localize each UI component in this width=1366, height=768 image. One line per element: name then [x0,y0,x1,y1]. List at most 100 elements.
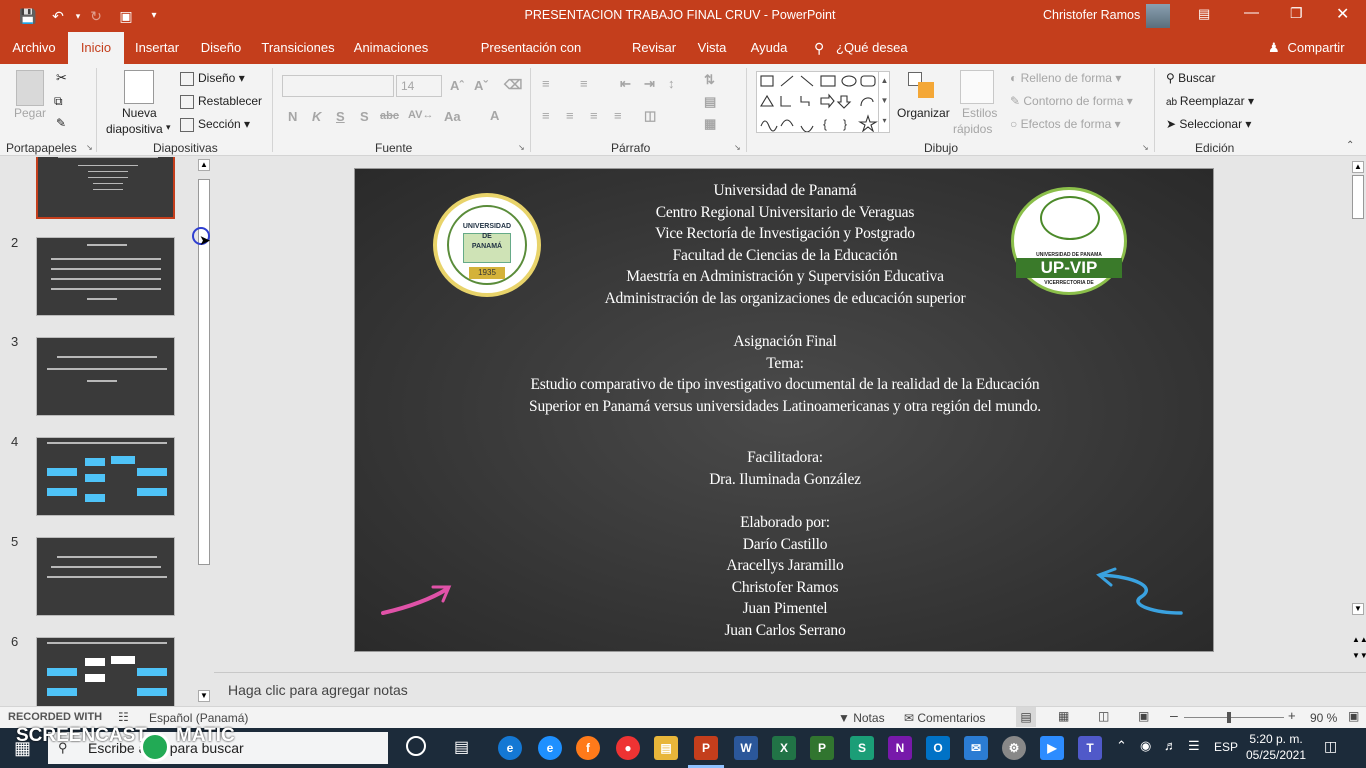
slide-thumbnail-2[interactable] [36,237,175,316]
font-name-input[interactable] [282,75,394,97]
ribbon-display-icon[interactable]: ▤ [1198,6,1210,22]
task-view-icon[interactable]: ▤ [454,737,469,757]
slide-thumbnail-6[interactable] [36,637,175,706]
restore-icon[interactable]: ❐ [1290,5,1303,22]
clear-format-icon[interactable]: ⌫ [504,77,522,93]
tell-me-input[interactable]: ¿Qué desea hacer? [836,32,946,87]
select-button[interactable]: ➤ Seleccionar ▾ [1166,117,1251,131]
slide-scrollbar[interactable]: ▲ ▼ ▲▲ ▼▼ [1350,157,1366,671]
dialog-launcher-icon[interactable]: ↘ [518,143,525,152]
numbering-icon[interactable]: ≡ [580,76,588,91]
tab-archivo[interactable]: Archivo [6,32,62,64]
increase-indent-icon[interactable]: ⇥ [644,76,655,92]
clock-date[interactable]: 05/25/2021 [1244,748,1308,762]
find-button[interactable]: ⚲ Buscar [1166,71,1215,85]
layout-button[interactable]: Diseño ▾ [180,71,245,86]
ie-icon[interactable]: e [538,736,562,760]
zoom-app-icon[interactable]: ▶ [1040,736,1064,760]
previous-slide-icon[interactable]: ▲▲ [1352,635,1366,644]
strikethrough-button[interactable]: abc [380,110,399,122]
zoom-in-icon[interactable]: + [1288,708,1296,723]
quick-styles-label-2[interactable]: rápidos [953,122,992,136]
scroll-down-icon[interactable]: ▼ [198,690,210,702]
file-explorer-icon[interactable]: ▤ [654,736,678,760]
font-color-button[interactable]: A [490,108,499,123]
wifi-icon[interactable]: ☰ [1188,738,1200,754]
copy-icon[interactable]: ⧉ [54,94,63,109]
sway-icon[interactable]: S [850,736,874,760]
tab-transiciones[interactable]: Transiciones [258,32,338,64]
tab-diseno[interactable]: Diseño [196,32,246,64]
scroll-thumb[interactable] [1352,175,1364,219]
new-slide-label-2[interactable]: diapositiva [106,122,163,136]
zoom-out-icon[interactable]: – [1170,707,1178,723]
bullets-icon[interactable]: ≡ [542,76,550,91]
reset-button[interactable]: Restablecer [180,94,262,109]
zoom-slider[interactable] [1184,717,1284,718]
tab-ayuda[interactable]: Ayuda [746,32,792,64]
keyboard-language[interactable]: ESP [1214,740,1238,754]
close-icon[interactable]: ✕ [1336,4,1349,24]
tab-vista[interactable]: Vista [692,32,732,64]
excel-icon[interactable]: X [772,736,796,760]
shape-outline-button[interactable]: ✎ Contorno de forma ▾ [1010,94,1133,108]
location-icon[interactable]: ◉ [1140,738,1151,754]
dialog-launcher-icon[interactable]: ↘ [1142,143,1149,152]
spacing-icon[interactable]: AV↔ [408,109,433,121]
grow-font-icon[interactable]: Aˆ [450,78,464,93]
fit-slide-icon[interactable]: ▣ [1348,709,1359,723]
reading-view-icon[interactable]: ◫ [1098,709,1109,723]
line-spacing-icon[interactable]: ↕ [668,76,675,91]
notes-pane[interactable]: Haga clic para agregar notas [214,672,1366,706]
replace-button[interactable]: ab Reemplazar ▾ [1166,94,1254,108]
slide-sorter-icon[interactable]: ▦ [1058,709,1069,723]
columns-icon[interactable]: ◫ [644,108,656,124]
font-size-input[interactable]: 14 [396,75,442,97]
normal-view-icon[interactable]: ▤ [1016,707,1036,727]
cut-icon[interactable]: ✂ [56,70,67,86]
new-slide-icon[interactable] [124,70,154,104]
show-hidden-icons[interactable]: ⌃ [1116,738,1127,754]
align-left-icon[interactable]: ≡ [542,108,550,123]
share-button[interactable]: Compartir [1286,32,1346,64]
new-slide-label-1[interactable]: Nueva [122,106,157,120]
slide-thumbnail-3[interactable] [36,337,175,416]
tab-insertar[interactable]: Insertar [130,32,184,64]
volume-icon[interactable]: ♬ [1164,738,1177,753]
word-icon[interactable]: W [734,736,758,760]
align-text-icon[interactable]: ▤ [704,94,716,110]
customize-toolbar-icon[interactable]: ▾ [144,6,164,26]
shadow-button[interactable]: S [360,109,369,124]
shape-fill-button[interactable]: ◐ Relleno de forma ▾ [1010,71,1121,85]
slide-title-text[interactable]: Universidad de Panamá Centro Regional Un… [355,180,1215,641]
project-icon[interactable]: P [810,736,834,760]
paste-icon[interactable] [16,70,44,106]
user-name[interactable]: Christofer Ramos [1043,8,1140,22]
dialog-launcher-icon[interactable]: ↘ [734,143,741,152]
format-painter-icon[interactable]: ✎ [56,116,66,130]
justify-icon[interactable]: ≡ [614,108,622,123]
align-center-icon[interactable]: ≡ [566,108,574,123]
language-status[interactable]: Español (Panamá) [149,711,248,725]
comments-toggle[interactable]: ✉ Comentarios [904,711,985,725]
scroll-down-icon[interactable]: ▼ [1352,603,1364,615]
edge-icon[interactable]: e [498,736,522,760]
zoom-level[interactable]: 90 % [1310,711,1337,725]
save-icon[interactable]: 💾 [18,6,38,26]
gallery-scroll[interactable]: ▲ ▼ ▾ [878,71,890,133]
firefox-icon[interactable]: f [576,736,600,760]
underline-button[interactable]: S [336,109,345,124]
quick-styles-label-1[interactable]: Estilos [962,106,997,120]
spell-check-icon[interactable]: ☷ [118,710,129,724]
scroll-up-icon[interactable]: ▲ [1352,161,1364,173]
chevron-down-icon[interactable]: ▾ [166,122,171,133]
slide-thumbnail-1[interactable] [36,157,175,219]
slideshow-view-icon[interactable]: ▣ [1138,709,1149,723]
scroll-up-icon[interactable]: ▲ [198,159,210,171]
shape-effects-button[interactable]: ○ Efectos de forma ▾ [1010,117,1121,131]
settings-app-icon[interactable]: ⚙ [1002,736,1026,760]
dialog-launcher-icon[interactable]: ↘ [86,143,93,152]
undo-icon[interactable]: ↶ [48,6,68,26]
cortana-icon[interactable] [406,736,426,756]
minimize-icon[interactable]: — [1244,4,1259,21]
